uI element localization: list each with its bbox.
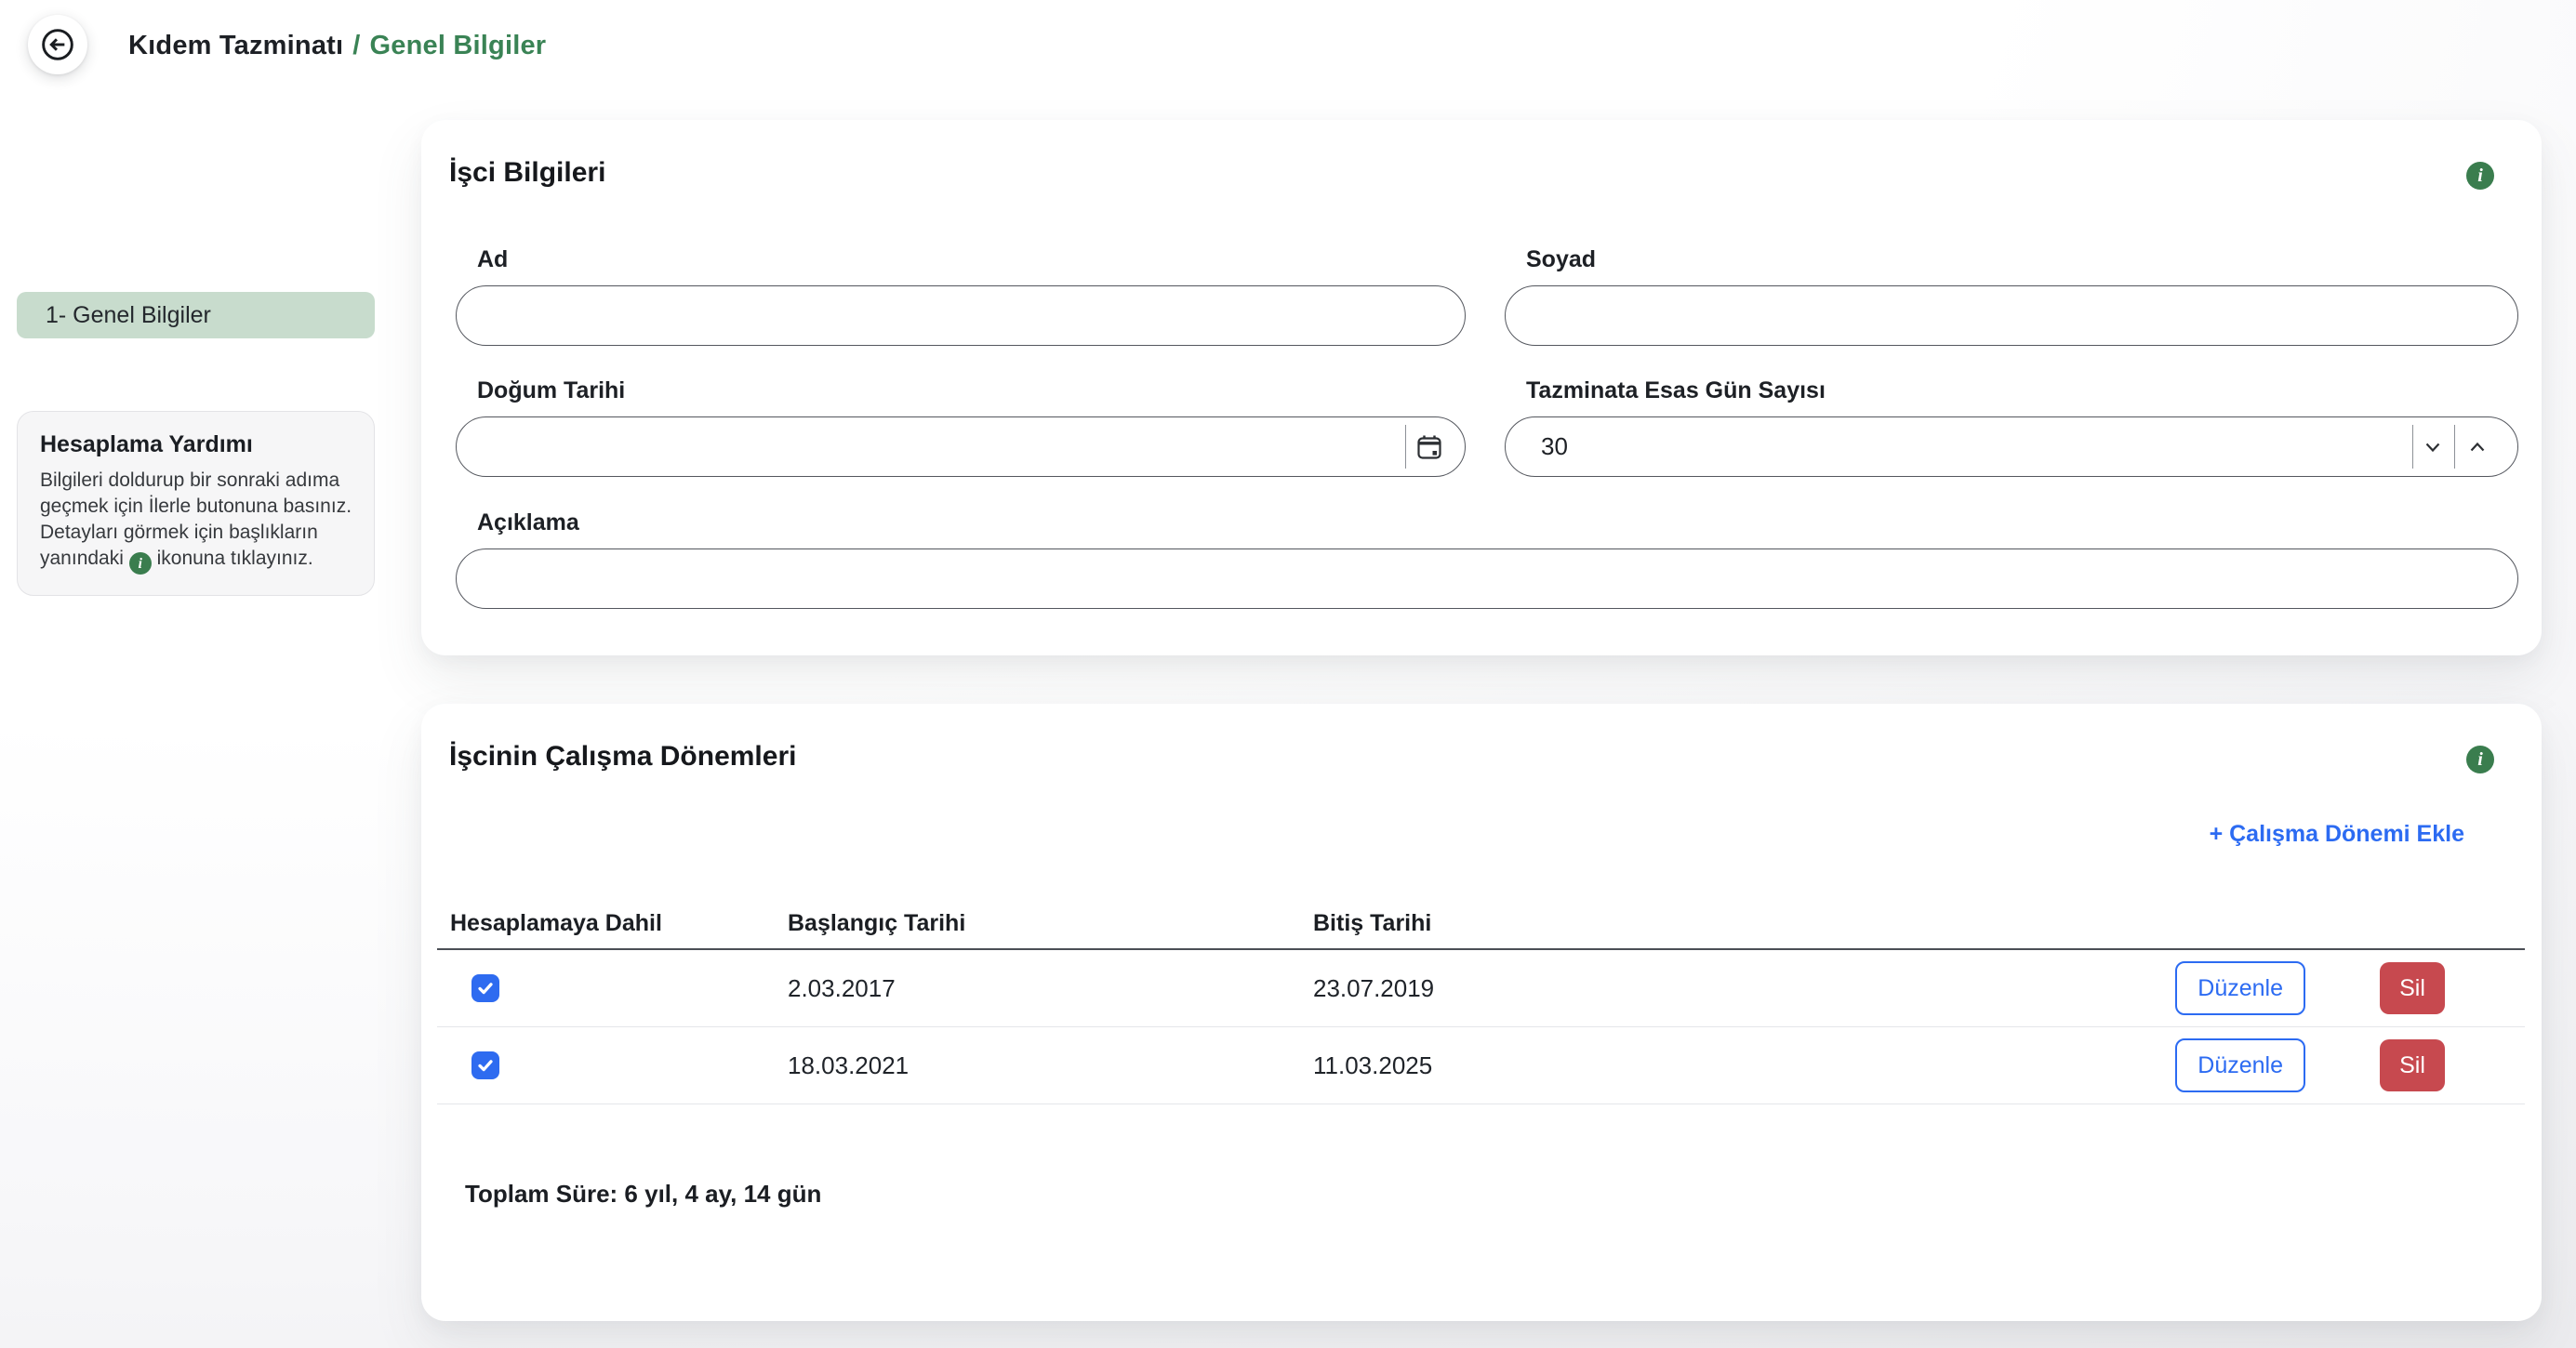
- help-body-text-after: ikonuna tıklayınız.: [157, 548, 313, 569]
- info-icon: i: [2477, 165, 2483, 187]
- input-divider: [2412, 425, 2414, 469]
- check-icon: [475, 978, 496, 998]
- info-icon: i: [129, 552, 152, 575]
- help-card-title: Hesaplama Yardımı: [40, 431, 359, 458]
- total-duration: Toplam Süre: 6 yıl, 4 ay, 14 gün: [465, 1180, 821, 1209]
- worker-info-card: İşci Bilgileri i Ad Soyad Doğum Tarihi: [421, 120, 2542, 655]
- chevron-down-icon: [2422, 436, 2444, 458]
- field-dogum-tarihi: Doğum Tarihi: [456, 377, 1466, 477]
- work-periods-card: İşcinin Çalışma Dönemleri i + Çalışma Dö…: [421, 704, 2542, 1321]
- check-icon: [475, 1055, 496, 1076]
- soyad-label: Soyad: [1526, 246, 2518, 273]
- end-date: 23.07.2019: [1313, 974, 2078, 1003]
- table-row: 2.03.2017 23.07.2019 Düzenle Sil: [437, 950, 2525, 1027]
- header-baslangic-tarihi: Başlangıç Tarihi: [788, 910, 1313, 937]
- work-periods-table: Hesaplamaya Dahil Başlangıç Tarihi Bitiş…: [437, 898, 2525, 1104]
- info-icon: i: [2477, 749, 2483, 771]
- chevron-up-icon: [2466, 436, 2489, 458]
- header-bitis-tarihi: Bitiş Tarihi: [1313, 910, 2078, 937]
- delete-button[interactable]: Sil: [2380, 1039, 2445, 1091]
- breadcrumb-separator: /: [352, 31, 360, 61]
- tazminat-gun-label: Tazminata Esas Gün Sayısı: [1526, 377, 2518, 404]
- page: Kıdem Tazminatı / Genel Bilgiler 1- Gene…: [0, 0, 2576, 1348]
- sidebar-item-label: 1- Genel Bilgiler: [46, 302, 211, 329]
- add-work-period-link[interactable]: + Çalışma Dönemi Ekle: [2210, 821, 2464, 848]
- page-title: Kıdem Tazminatı / Genel Bilgiler: [128, 31, 546, 61]
- table-header-row: Hesaplamaya Dahil Başlangıç Tarihi Bitiş…: [437, 898, 2525, 950]
- input-divider: [2454, 425, 2456, 469]
- field-aciklama: Açıklama: [456, 509, 2518, 609]
- work-periods-info-button[interactable]: i: [2466, 746, 2494, 773]
- aciklama-label: Açıklama: [477, 509, 2518, 536]
- aciklama-input-shell: [456, 548, 2518, 609]
- ad-input[interactable]: [457, 286, 1465, 345]
- back-button[interactable]: [28, 15, 87, 74]
- tazminat-gun-input-shell: [1505, 416, 2518, 477]
- arrow-left-circle-icon: [38, 25, 77, 64]
- stepper-up-button[interactable]: [2463, 430, 2491, 464]
- calendar-icon: [1413, 430, 1446, 464]
- ad-label: Ad: [477, 246, 1466, 273]
- work-periods-card-title: İşcinin Çalışma Dönemleri: [449, 741, 796, 773]
- help-card: Hesaplama Yardımı Bilgileri doldurup bir…: [17, 411, 375, 596]
- sidebar-item-genel-bilgiler[interactable]: 1- Genel Bilgiler: [17, 292, 375, 338]
- dogum-tarihi-input[interactable]: [457, 417, 1465, 476]
- soyad-input[interactable]: [1506, 286, 2517, 345]
- edit-button[interactable]: Düzenle: [2175, 961, 2305, 1015]
- page-title-main: Kıdem Tazminatı: [128, 31, 343, 61]
- worker-info-info-button[interactable]: i: [2466, 162, 2494, 190]
- table-row: 18.03.2021 11.03.2025 Düzenle Sil: [437, 1027, 2525, 1104]
- dogum-tarihi-label: Doğum Tarihi: [477, 377, 1466, 404]
- aciklama-input[interactable]: [457, 549, 2517, 608]
- info-icon-glyph: i: [139, 554, 142, 574]
- included-checkbox[interactable]: [471, 1051, 499, 1079]
- header-hesaplamaya-dahil: Hesaplamaya Dahil: [437, 910, 788, 937]
- field-ad: Ad: [456, 246, 1466, 346]
- field-tazminat-gun: Tazminata Esas Gün Sayısı: [1505, 377, 2518, 477]
- start-date: 18.03.2021: [788, 1051, 1313, 1080]
- breadcrumb: Genel Bilgiler: [370, 31, 547, 61]
- tazminat-gun-input[interactable]: [1506, 417, 2517, 476]
- field-soyad: Soyad: [1505, 246, 2518, 346]
- worker-info-card-title: İşci Bilgileri: [449, 157, 605, 189]
- start-date: 2.03.2017: [788, 974, 1313, 1003]
- soyad-input-shell: [1505, 285, 2518, 346]
- ad-input-shell: [456, 285, 1466, 346]
- calendar-picker-button[interactable]: [1411, 429, 1448, 466]
- input-divider: [1405, 425, 1407, 469]
- dogum-tarihi-input-shell: [456, 416, 1466, 477]
- end-date: 11.03.2025: [1313, 1051, 2078, 1080]
- delete-button[interactable]: Sil: [2380, 962, 2445, 1014]
- included-checkbox[interactable]: [471, 974, 499, 1002]
- help-card-body: Bilgileri doldurup bir sonraki adıma geç…: [40, 468, 359, 575]
- edit-button[interactable]: Düzenle: [2175, 1038, 2305, 1092]
- stepper-down-button[interactable]: [2419, 430, 2447, 464]
